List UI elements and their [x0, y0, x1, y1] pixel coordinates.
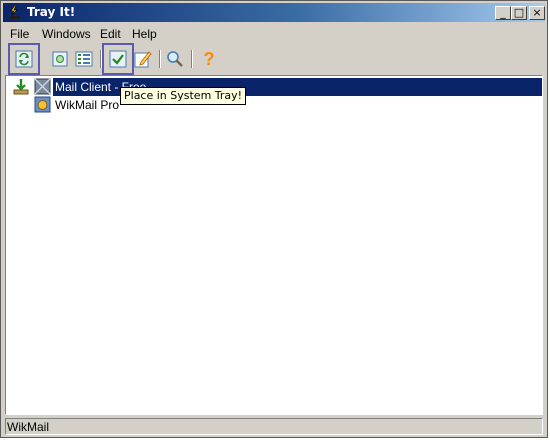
- search-icon: [167, 51, 183, 67]
- tray-button[interactable]: [102, 43, 134, 75]
- list-item-label: WikMail Pro: [55, 98, 120, 112]
- toolbar-separator: [191, 50, 192, 68]
- minimize-button[interactable]: _: [495, 6, 511, 20]
- list-view-button[interactable]: [73, 48, 95, 70]
- edit-button[interactable]: [132, 48, 154, 70]
- help-icon: ?: [203, 49, 215, 69]
- list-view-icon: [75, 51, 93, 67]
- maximize-button[interactable]: □: [511, 6, 527, 20]
- tray-root-icon: [13, 79, 29, 95]
- edit-icon: [134, 51, 152, 68]
- properties-button[interactable]: [49, 48, 71, 70]
- check-icon: [109, 50, 127, 68]
- wikmail-icon: [34, 96, 51, 113]
- toolbar: ?: [3, 43, 545, 75]
- search-button[interactable]: [164, 48, 186, 70]
- refresh-icon: [15, 50, 33, 68]
- close-button[interactable]: ×: [529, 6, 545, 20]
- menu-edit[interactable]: Edit: [100, 27, 121, 41]
- toolbar-separator: [100, 50, 101, 68]
- title-bar[interactable]: Tray It! _ □ ×: [3, 3, 545, 22]
- menu-bar: File Windows Edit Help: [3, 24, 545, 43]
- window-list: Mail Client - Free WikMail Pro: [5, 75, 543, 415]
- properties-icon: [52, 51, 68, 67]
- status-panel: [5, 418, 543, 435]
- refresh-button[interactable]: [8, 43, 40, 75]
- app-icon: [10, 4, 20, 19]
- tooltip: Place in System Tray!: [120, 87, 247, 105]
- status-bar: WikMail: [3, 417, 545, 436]
- menu-windows[interactable]: Windows: [42, 27, 91, 41]
- window-title: Tray It!: [27, 5, 76, 19]
- help-button[interactable]: ?: [198, 48, 220, 70]
- menu-file[interactable]: File: [10, 27, 29, 41]
- toolbar-separator: [159, 50, 160, 68]
- list-item[interactable]: Mail Client - Free: [6, 78, 542, 96]
- mail-client-icon: [34, 78, 51, 95]
- app-window: Tray It! _ □ × File Windows Edit Help ? …: [0, 0, 548, 438]
- list-item[interactable]: WikMail Pro: [6, 96, 542, 114]
- menu-help[interactable]: Help: [132, 27, 157, 41]
- status-text: WikMail: [7, 420, 49, 434]
